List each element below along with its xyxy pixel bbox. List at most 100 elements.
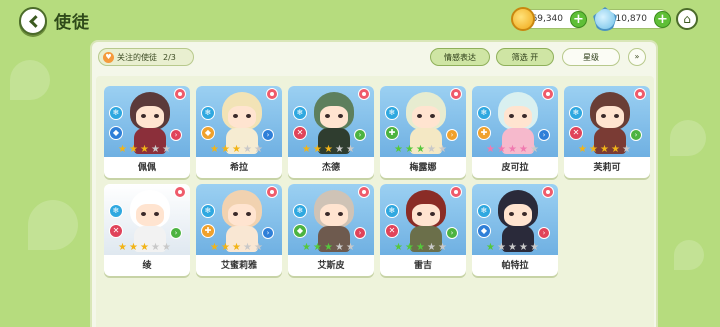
filled-star-icon: ★ (486, 242, 495, 253)
filled-star-icon: ★ (486, 144, 495, 155)
chevron-right-icon: › (262, 129, 274, 141)
filled-star-icon: ★ (140, 242, 149, 253)
filter-button[interactable]: 筛选 开 (496, 48, 554, 66)
character-card[interactable]: ❄ ✚ › ★ ★ ★ ★ ★ 梅露娜 (380, 86, 466, 178)
portrait-eye (522, 212, 527, 216)
portrait-face (412, 106, 440, 128)
character-card[interactable]: ❄ ◆ › ★ ★ ★ ★ ★ 希拉 (196, 86, 282, 178)
filled-star-icon: ★ (324, 242, 333, 253)
add-gold-button[interactable]: + (570, 11, 587, 28)
role-icon: ✚ (385, 126, 399, 140)
character-name: 帕特拉 (501, 261, 529, 271)
portrait-eye (338, 114, 343, 118)
star-rating: ★ ★ ★ ★ ★ (486, 243, 540, 253)
filled-star-icon: ★ (405, 144, 414, 155)
character-name: 绫 (142, 261, 152, 271)
role-icon: ◆ (477, 224, 491, 238)
heart-icon: ♥ (103, 52, 114, 63)
filled-star-icon: ★ (416, 242, 425, 253)
favorite-flower-icon (358, 88, 370, 100)
character-name: 艾蜜莉雅 (220, 261, 257, 271)
home-button[interactable]: ⌂ (676, 8, 698, 30)
filled-star-icon: ★ (221, 144, 230, 155)
star-rating: ★ ★ ★ ★ ★ (118, 243, 172, 253)
empty-star-icon: ★ (254, 242, 263, 253)
favorite-flower-icon (174, 186, 186, 198)
portrait-eye (417, 114, 422, 118)
character-portrait: ❄ ✕ › ★ ★ ★ ★ ★ (288, 86, 374, 157)
favorite-flower-icon (358, 186, 370, 198)
role-icon: ✚ (477, 126, 491, 140)
back-button[interactable] (19, 7, 47, 35)
character-portrait: ❄ ✚ › ★ ★ ★ ★ ★ (196, 184, 282, 255)
filled-star-icon: ★ (140, 144, 149, 155)
portrait-face (320, 106, 348, 128)
favorite-flower-icon (634, 88, 646, 100)
empty-star-icon: ★ (335, 144, 344, 155)
empty-star-icon: ★ (508, 242, 517, 253)
chevron-right-icon: › (630, 129, 642, 141)
filled-star-icon: ★ (416, 144, 425, 155)
empty-star-icon: ★ (427, 144, 436, 155)
role-icon: ✕ (109, 224, 123, 238)
filled-star-icon: ★ (405, 242, 414, 253)
empty-star-icon: ★ (254, 144, 263, 155)
chevron-right-icon: › (354, 129, 366, 141)
filled-star-icon: ★ (589, 144, 598, 155)
favorite-flower-icon (266, 186, 278, 198)
character-card[interactable]: ❄ ✕ › ★ ★ ★ ★ ★ 杰德 (288, 86, 374, 178)
gold-coin-icon (511, 7, 535, 31)
leaf-decoration (10, 60, 50, 100)
character-card[interactable]: ❄ ✚ › ★ ★ ★ ★ ★ 艾蜜莉雅 (196, 184, 282, 276)
portrait-eye (233, 114, 238, 118)
portrait-face (136, 106, 164, 128)
character-card[interactable]: ❄ ◆ › ★ ★ ★ ★ ★ 艾斯皮 (288, 184, 374, 276)
double-chevron-down-icon[interactable]: » (628, 48, 646, 66)
character-portrait: ❄ ✕ › ★ ★ ★ ★ ★ (380, 184, 466, 255)
character-card[interactable]: ❄ ✕ › ★ ★ ★ ★ ★ 绫 (104, 184, 190, 276)
filled-star-icon: ★ (508, 144, 517, 155)
chevron-right-icon: › (262, 227, 274, 239)
filled-star-icon: ★ (129, 144, 138, 155)
element-icon: ❄ (477, 106, 491, 120)
star-sort-button[interactable]: 星级 (562, 48, 620, 66)
portrait-eye (246, 212, 251, 216)
character-name: 雷吉 (413, 261, 432, 271)
filled-star-icon: ★ (210, 242, 219, 253)
portrait-eye (522, 114, 527, 118)
star-rating: ★ ★ ★ ★ ★ (302, 243, 356, 253)
add-gem-button[interactable]: + (654, 11, 671, 28)
star-rating: ★ ★ ★ ★ ★ (210, 145, 264, 155)
filled-star-icon: ★ (600, 144, 609, 155)
character-name: 杰德 (321, 163, 340, 173)
portrait-eye (430, 114, 435, 118)
character-card[interactable]: ❄ ✕ › ★ ★ ★ ★ ★ 芙莉可 (564, 86, 650, 178)
portrait-eye (141, 114, 146, 118)
filled-star-icon: ★ (232, 242, 241, 253)
empty-star-icon: ★ (438, 242, 447, 253)
empty-star-icon: ★ (162, 242, 171, 253)
star-rating: ★ ★ ★ ★ ★ (394, 145, 448, 155)
role-icon: ✕ (293, 126, 307, 140)
portrait-eye (338, 212, 343, 216)
portrait-face (504, 106, 532, 128)
empty-star-icon: ★ (346, 144, 355, 155)
favorites-indicator[interactable]: ♥ 关注的使徒 2/3 (98, 48, 194, 66)
character-card[interactable]: ❄ ◆ › ★ ★ ★ ★ ★ 佩佩 (104, 86, 190, 178)
favorite-flower-icon (542, 88, 554, 100)
character-portrait: ❄ ◆ › ★ ★ ★ ★ ★ (196, 86, 282, 157)
character-portrait: ❄ ✚ › ★ ★ ★ ★ ★ (380, 86, 466, 157)
filled-star-icon: ★ (394, 242, 403, 253)
character-card[interactable]: ❄ ◆ › ★ ★ ★ ★ ★ 帕特拉 (472, 184, 558, 276)
leaf-decoration (28, 200, 78, 250)
portrait-eye (601, 114, 606, 118)
filled-star-icon: ★ (324, 144, 333, 155)
element-icon: ❄ (385, 106, 399, 120)
back-arrow-icon (28, 14, 42, 28)
character-card[interactable]: ❄ ✕ › ★ ★ ★ ★ ★ 雷吉 (380, 184, 466, 276)
character-card[interactable]: ❄ ✚ › ★ ★ ★ ★ ★ 皮可拉 (472, 86, 558, 178)
star-rating: ★ ★ ★ ★ ★ (118, 145, 172, 155)
emotion-button[interactable]: 情感表达 (430, 48, 490, 66)
chevron-right-icon: › (170, 227, 182, 239)
star-rating: ★ ★ ★ ★ ★ (394, 243, 448, 253)
